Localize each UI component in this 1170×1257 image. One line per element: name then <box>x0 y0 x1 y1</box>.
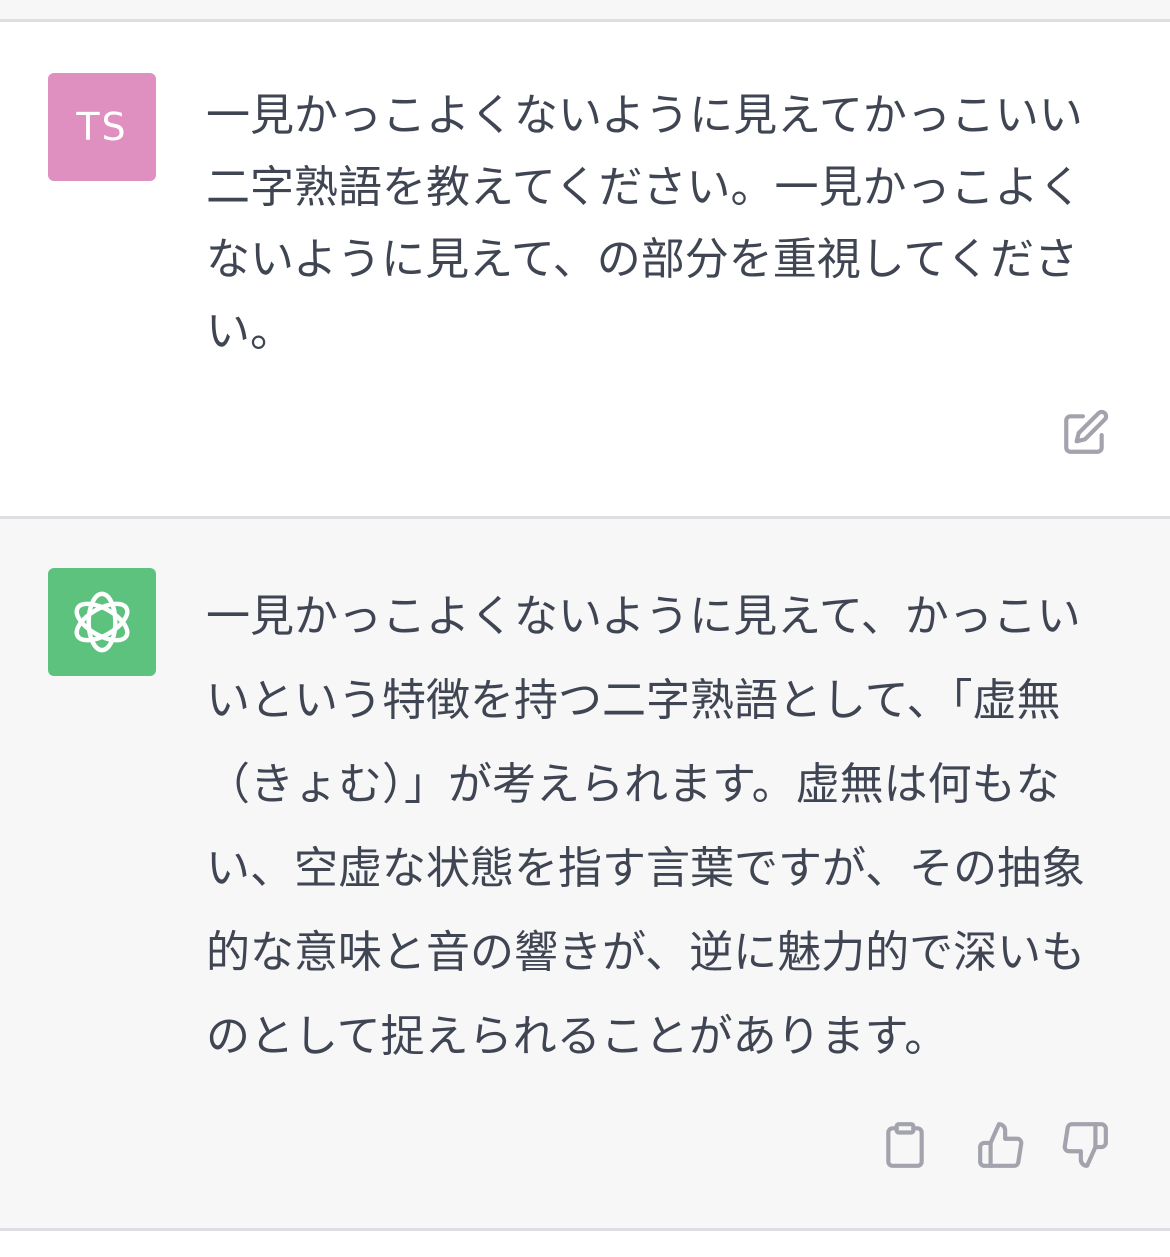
clipboard-icon <box>886 1122 924 1168</box>
bottom-area <box>0 1231 1170 1257</box>
copy-button[interactable] <box>878 1118 932 1172</box>
top-divider <box>0 0 1170 22</box>
user-message-text: 一見かっこよくないように見えてかっこいい二字熟語を教えてください。一見かっこよく… <box>206 90 1083 357</box>
assistant-message-text: 一見かっこよくないように見えて、かっこいいという特徴を持つ二字熟語として、「虚無… <box>206 591 1086 1062</box>
edit-button[interactable] <box>1058 406 1112 460</box>
thumbs-up-icon <box>978 1122 1024 1168</box>
thumbs-down-button[interactable] <box>1058 1118 1112 1172</box>
assistant-avatar <box>48 568 156 676</box>
thumbs-up-button[interactable] <box>974 1118 1028 1172</box>
thumbs-down-icon <box>1062 1122 1108 1168</box>
edit-icon <box>1064 409 1109 454</box>
user-avatar-initials: TS <box>76 105 128 149</box>
openai-logo-icon <box>74 591 130 653</box>
user-avatar: TS <box>48 73 156 181</box>
assistant-message: 一見かっこよくないように見えて、かっこいいという特徴を持つ二字熟語として、「虚無… <box>0 519 1170 1231</box>
user-message: TS 一見かっこよくないように見えてかっこいい二字熟語を教えてください。一見かっ… <box>0 22 1170 519</box>
